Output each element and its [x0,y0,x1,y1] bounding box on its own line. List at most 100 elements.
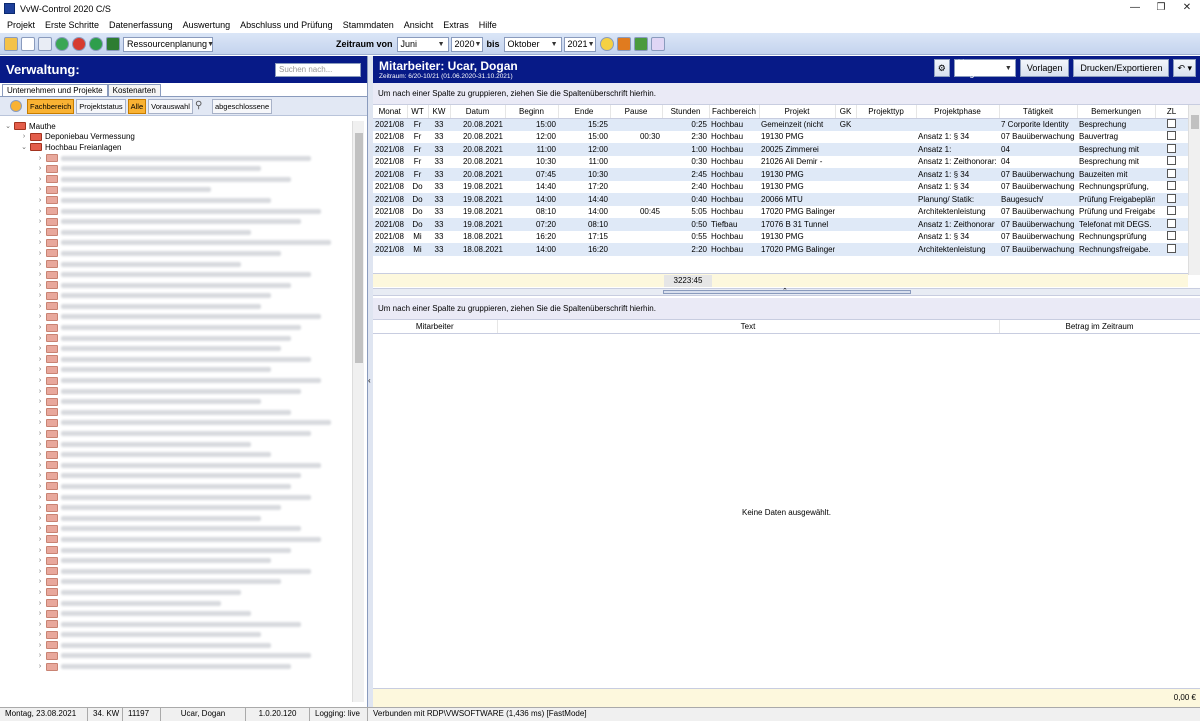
column-header[interactable]: GK [835,105,857,119]
resource-planning-dropdown[interactable]: Ressourcenplanung ▼ [123,36,214,52]
splitter-grip[interactable]: ⌃ [663,288,911,295]
tree-node-obscured[interactable]: › [0,174,352,185]
tree-node-obscured[interactable]: › [0,502,352,513]
collapsed-arrow-icon[interactable]: › [36,652,44,659]
column-header[interactable]: Projekt [759,105,836,119]
tree-node-obscured[interactable]: › [0,280,352,291]
collapsed-arrow-icon[interactable]: › [36,271,44,278]
tree-node-obscured[interactable]: › [0,322,352,333]
tree-node-deponiebau[interactable]: › Deponiebau Vermessung [0,132,352,143]
tree-node-obscured[interactable]: › [0,460,352,471]
expanded-arrow-icon[interactable]: ⌄ [4,122,12,130]
zl-checkbox[interactable] [1167,168,1176,178]
collapsed-arrow-icon[interactable]: › [36,515,44,522]
tree-node-mauthe[interactable]: ⌄ Mauthe [0,121,352,132]
table-row[interactable]: 2021/08 Do 33 19.08.2021 07:20 08:10 0:50 Tiefb… [373,218,1188,231]
grid-scrollbar[interactable] [1188,105,1200,275]
collapsed-arrow-icon[interactable]: › [36,292,44,299]
from-month-select[interactable]: Juni ▼ [396,36,449,52]
tree-node-obscured[interactable]: › [0,365,352,376]
tree-node-obscured[interactable]: › [0,566,352,577]
table-row[interactable]: 2021/08 Fr 33 20.08.2021 11:00 12:00 1:00 Hochb… [373,143,1188,156]
collapsed-arrow-icon[interactable]: › [36,568,44,575]
tree-node-obscured[interactable]: › [0,248,352,259]
column-header[interactable]: Monat [373,105,408,119]
column-header[interactable]: Projekttyp [856,105,917,119]
collapsed-arrow-icon[interactable]: › [36,366,44,373]
sync-icon[interactable] [10,100,22,112]
table-row[interactable]: 2021/08 Do 33 19.08.2021 08:10 14:00 00:45 5:05… [373,205,1188,218]
menu-hilfe[interactable]: Hilfe [474,20,502,30]
filter-fachbereich[interactable]: Fachbereich [27,98,75,114]
table-row[interactable]: 2021/08 Fr 33 20.08.2021 07:45 10:30 2:45 Hochb… [373,168,1188,181]
zl-checkbox[interactable] [1167,156,1176,166]
column-header[interactable]: Bemerkungen [1077,105,1156,119]
column-text[interactable]: Text [497,320,1000,334]
collapsed-arrow-icon[interactable]: › [36,176,44,183]
collapsed-arrow-icon[interactable]: › [36,536,44,543]
collapsed-arrow-icon[interactable]: › [36,250,44,257]
tree-node-obscured[interactable]: › [0,227,352,238]
collapsed-arrow-icon[interactable]: › [36,483,44,490]
restore-button[interactable]: ❐ [1148,0,1174,17]
forward-icon[interactable] [89,37,103,51]
help-icon[interactable] [650,37,665,51]
collapsed-arrow-icon[interactable]: › [36,430,44,437]
collapsed-arrow-icon[interactable]: › [36,663,44,670]
tree-node-obscured[interactable]: › [0,216,352,227]
to-year-select[interactable]: 2021 ▼ [563,36,596,52]
collapsed-arrow-icon[interactable]: › [36,165,44,172]
collapsed-arrow-icon[interactable]: › [36,557,44,564]
collapsed-arrow-icon[interactable]: › [36,578,44,585]
zl-checkbox[interactable] [1167,206,1176,216]
menu-auswertung[interactable]: Auswertung [178,20,236,30]
undo-icon[interactable]: ↶ ▾ [1173,59,1196,77]
close-button[interactable]: ✕ [1174,0,1200,17]
table-row[interactable]: 2021/08 Mi 33 18.08.2021 16:20 17:15 0:55 Hochb… [373,230,1188,243]
collapsed-arrow-icon[interactable]: › [36,261,44,268]
tree-node-obscured[interactable]: › [0,449,352,460]
excel-icon[interactable] [106,37,120,51]
collapsed-arrow-icon[interactable]: › [36,335,44,342]
grid-splitter[interactable]: ⌃ [373,288,1200,296]
funnel-icon[interactable]: ⚲ [195,100,207,112]
zl-checkbox[interactable] [1167,143,1176,153]
table-row[interactable]: 2021/08 Do 33 19.08.2021 14:00 14:40 0:40 Hochb… [373,193,1188,206]
tree-node-obscured[interactable]: › [0,269,352,280]
collapsed-arrow-icon[interactable]: › [36,186,44,193]
expanded-arrow-icon[interactable]: ⌄ [20,143,28,151]
tree-node-obscured[interactable]: › [0,354,352,365]
tree-node-obscured[interactable]: › [0,185,352,196]
column-header[interactable]: Stunden [662,105,710,119]
menu-extras[interactable]: Extras [438,20,474,30]
tree-node-obscured[interactable]: › [0,238,352,249]
pdf-icon[interactable] [616,37,631,51]
collapsed-arrow-icon[interactable]: › [36,462,44,469]
collapsed-arrow-icon[interactable]: › [36,197,44,204]
column-header[interactable]: KW [428,105,451,119]
collapsed-arrow-icon[interactable]: › [20,133,28,140]
collapse-arrow-icon[interactable]: ‹ [368,376,371,385]
collapsed-arrow-icon[interactable]: › [36,504,44,511]
tree-node-obscured[interactable]: › [0,577,352,588]
column-header[interactable]: Fachbereich [709,105,760,119]
tree-node-obscured[interactable]: › [0,640,352,651]
tree-node-obscured[interactable]: › [0,396,352,407]
tree-node-obscured[interactable]: › [0,312,352,323]
tree-node-obscured[interactable]: › [0,386,352,397]
tree-node-obscured[interactable]: › [0,608,352,619]
scroll-thumb[interactable] [1191,115,1199,129]
tab-kostenarten[interactable]: Kostenarten [107,84,161,96]
collapsed-arrow-icon[interactable]: › [36,610,44,617]
tree-node-obscured[interactable]: › [0,630,352,641]
zl-checkbox[interactable] [1167,231,1176,241]
collapsed-arrow-icon[interactable]: › [36,208,44,215]
collapsed-arrow-icon[interactable]: › [36,451,44,458]
column-header[interactable]: Beginn [505,105,559,119]
tree-scrollbar[interactable] [352,121,364,702]
filter-projektstatus[interactable]: Projektstatus [76,98,126,114]
column-header[interactable]: Datum [450,105,506,119]
tree-node-obscured[interactable]: › [0,333,352,344]
tree-node-obscured[interactable]: › [0,661,352,672]
tree-node-obscured[interactable]: › [0,259,352,270]
